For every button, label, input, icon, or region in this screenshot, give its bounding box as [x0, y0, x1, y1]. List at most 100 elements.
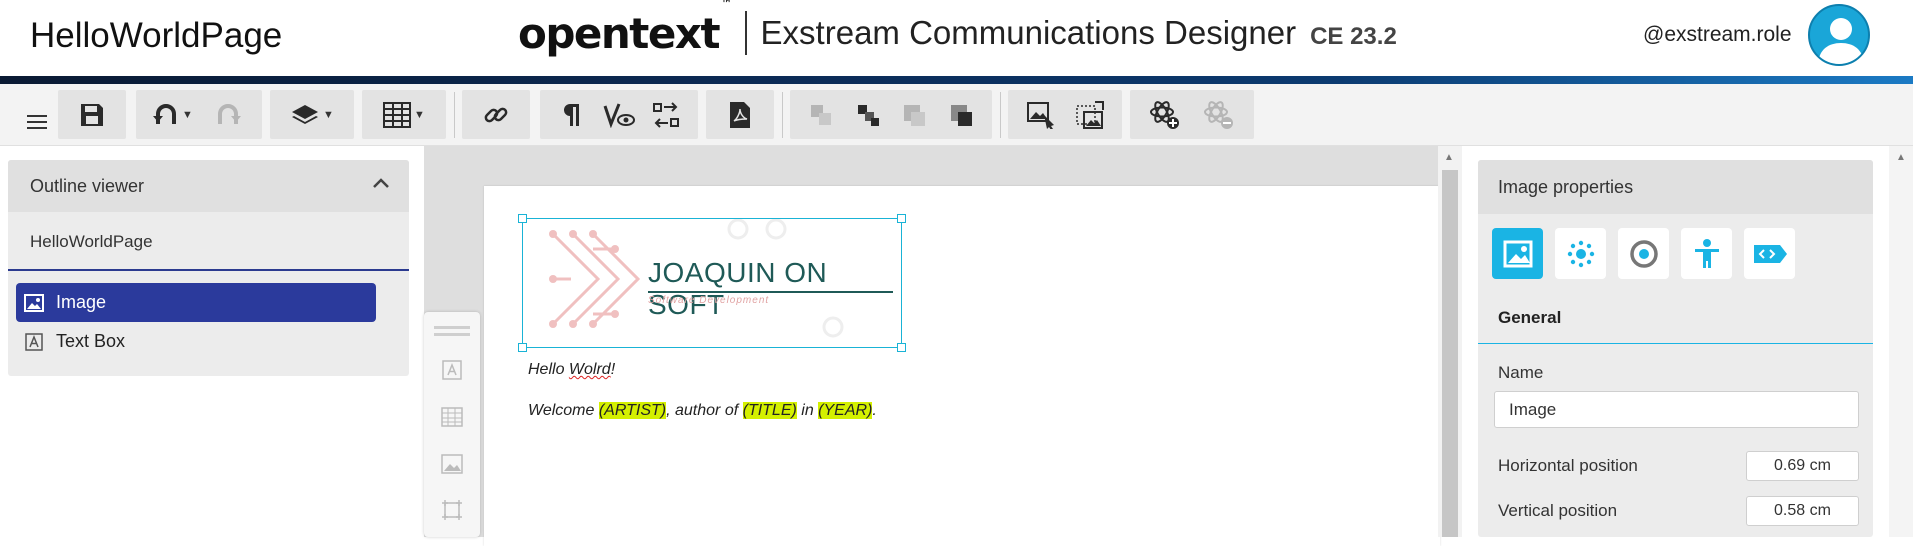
swap-button[interactable]: [649, 95, 683, 135]
scroll-up-icon[interactable]: ▲: [1444, 152, 1454, 163]
page-title: HelloWorldPage: [30, 16, 283, 55]
undo-button[interactable]: ▼: [153, 95, 193, 135]
horizontal-position-label: Horizontal position: [1498, 456, 1638, 475]
text-box-icon: [24, 332, 44, 352]
brand: opentext™ Exstream Communications Design…: [518, 0, 1397, 58]
collapse-button[interactable]: [371, 174, 391, 199]
product-version: CE 23.2: [1310, 23, 1397, 50]
layers-icon: [292, 104, 319, 124]
opentext-logo: opentext™: [518, 0, 732, 58]
tab-target[interactable]: [1618, 228, 1669, 279]
image-properties-panel: Image properties General Name Image Hori…: [1478, 160, 1873, 537]
variable-artist[interactable]: (ARTIST): [598, 402, 667, 419]
image-tools-group: [1008, 90, 1122, 139]
bring-forward-button[interactable]: [804, 95, 838, 135]
insert-image-button[interactable]: [440, 452, 464, 476]
chevron-up-icon: [373, 178, 389, 188]
drag-handle[interactable]: [434, 326, 470, 329]
properties-scrollbar[interactable]: ▲: [1889, 146, 1913, 537]
tab-accessibility[interactable]: [1681, 228, 1732, 279]
redo-button[interactable]: [211, 95, 245, 135]
resize-image-button[interactable]: [1073, 95, 1107, 135]
send-to-back-button[interactable]: [944, 95, 978, 135]
accessibility-icon: [1694, 238, 1719, 268]
resize-handle-bottom-right[interactable]: [897, 343, 906, 352]
table-icon: [441, 407, 463, 427]
link-icon: [484, 107, 508, 122]
logo-subtitle: Software Development: [648, 295, 770, 306]
table-dropdown-icon[interactable]: ▼: [414, 109, 425, 121]
outline-viewer-title: Outline viewer: [30, 176, 145, 196]
insert-text-box-button[interactable]: [440, 358, 464, 382]
outline-viewer-header[interactable]: Outline viewer: [8, 160, 409, 212]
layers-button[interactable]: ▼: [290, 95, 334, 135]
toolbar-divider: [1000, 92, 1001, 138]
image-icon: [24, 293, 44, 313]
layers-dropdown-icon[interactable]: ▼: [323, 109, 334, 121]
menu-button[interactable]: [20, 102, 54, 142]
remove-content-icon: [1204, 100, 1233, 129]
bring-to-front-icon: [904, 104, 926, 126]
save-group: [58, 90, 126, 139]
text-tools-group: [540, 90, 698, 139]
name-field[interactable]: Image: [1494, 391, 1859, 428]
properties-header: Image properties: [1478, 160, 1873, 214]
target-icon: [1629, 239, 1658, 268]
horizontal-position-field[interactable]: 0.69 cm: [1746, 451, 1859, 481]
variable-title[interactable]: (TITLE): [742, 402, 797, 419]
outline-divider: [8, 269, 409, 271]
misspelled-word[interactable]: Wolrd: [569, 361, 611, 378]
paragraph-marks-button[interactable]: [555, 95, 589, 135]
toolbar-divider: [454, 92, 455, 138]
remove-content-button[interactable]: [1202, 95, 1236, 135]
selected-image[interactable]: JOAQUIN ON SOFT Software Development: [518, 214, 906, 352]
outline-item-text-box[interactable]: Text Box: [16, 322, 376, 361]
hello-world-text[interactable]: Hello Wolrd!: [528, 361, 615, 379]
bring-to-front-button[interactable]: [897, 95, 931, 135]
add-content-button[interactable]: [1148, 95, 1182, 135]
redo-icon: [217, 103, 241, 124]
logo-underline: [648, 291, 893, 293]
insert-frame-button[interactable]: [440, 498, 464, 522]
link-button[interactable]: [479, 95, 513, 135]
table-button[interactable]: ▼: [383, 95, 425, 135]
tab-tags[interactable]: [1744, 228, 1795, 279]
send-backward-button[interactable]: [851, 95, 885, 135]
text-box-icon: [442, 360, 462, 380]
resize-handle-bottom-left[interactable]: [518, 343, 527, 352]
resize-handle-top-right[interactable]: [897, 214, 906, 223]
validate-view-button[interactable]: [602, 95, 636, 135]
vertical-position-field[interactable]: 0.58 cm: [1746, 496, 1859, 526]
pdf-button[interactable]: [723, 95, 757, 135]
user-role[interactable]: @exstream.role: [1643, 23, 1792, 47]
document-page[interactable]: JOAQUIN ON SOFT Software Development Hel…: [484, 186, 1440, 546]
welcome-text[interactable]: Welcome (ARTIST), author of (TITLE) in (…: [528, 402, 877, 420]
outline-item-image[interactable]: Image: [16, 283, 376, 322]
scroll-up-icon[interactable]: ▲: [1896, 152, 1906, 163]
undo-dropdown-icon[interactable]: ▼: [182, 109, 193, 121]
resize-handle-top-left[interactable]: [518, 214, 527, 223]
tab-effects[interactable]: [1555, 228, 1606, 279]
variable-year[interactable]: (YEAR): [818, 402, 873, 419]
properties-tabs: [1492, 228, 1795, 279]
tab-image-properties[interactable]: [1492, 228, 1543, 279]
scrollbar-thumb[interactable]: [1442, 170, 1458, 537]
send-to-back-icon: [950, 104, 972, 126]
logo-text: JOAQUIN ON SOFT: [648, 257, 828, 320]
effects-icon: [1567, 240, 1594, 267]
replace-image-button[interactable]: [1024, 95, 1058, 135]
canvas-vertical-scrollbar[interactable]: ▲: [1438, 146, 1462, 537]
name-label: Name: [1498, 363, 1544, 382]
avatar[interactable]: [1808, 4, 1870, 66]
save-button[interactable]: [75, 95, 109, 135]
insert-table-button[interactable]: [440, 405, 464, 429]
outline-document-name[interactable]: HelloWorldPage: [30, 232, 153, 252]
image-icon: [441, 454, 463, 474]
save-icon: [81, 103, 103, 126]
design-canvas[interactable]: JOAQUIN ON SOFT Software Development Hel…: [424, 146, 1462, 546]
general-section-title[interactable]: General: [1498, 308, 1561, 328]
pdf-group: [706, 90, 774, 139]
swap-icon: [653, 101, 680, 128]
vertical-position-label: Vertical position: [1498, 501, 1618, 520]
content-tools-group: [1130, 90, 1254, 139]
